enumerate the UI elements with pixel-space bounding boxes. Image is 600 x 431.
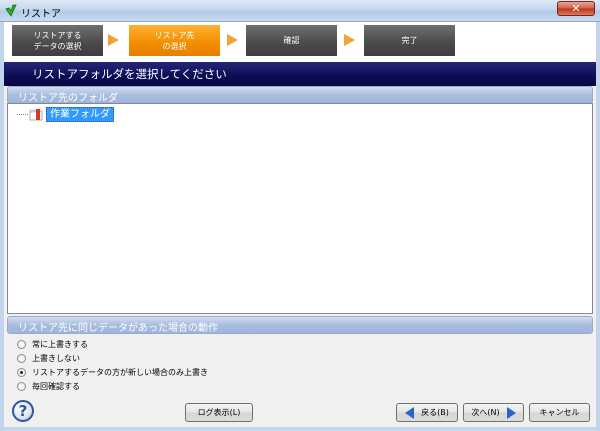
tree-item-work-folder[interactable]: 作業フォルダ bbox=[17, 107, 114, 122]
help-icon: ? bbox=[18, 402, 28, 420]
log-view-button[interactable]: ログ表示(L) bbox=[185, 403, 253, 422]
radio-label: 常に上書きする bbox=[32, 339, 88, 349]
window-title: リストア bbox=[21, 9, 61, 20]
close-button[interactable]: ✕ bbox=[557, 1, 595, 16]
back-button[interactable]: 戻る(B) bbox=[396, 403, 458, 422]
step-label: 確認 bbox=[283, 36, 300, 45]
folder-tree[interactable]: 作業フォルダ bbox=[7, 103, 593, 314]
cancel-button[interactable]: キャンセル bbox=[529, 403, 590, 422]
step-arrow-icon bbox=[227, 34, 238, 46]
title-bar: リストア ✕ bbox=[0, 0, 600, 22]
button-label: ログ表示(L) bbox=[197, 408, 241, 417]
next-button[interactable]: 次へ(N) bbox=[463, 403, 524, 422]
tree-item-label[interactable]: 作業フォルダ bbox=[46, 107, 114, 122]
radio-label: リストアするデータの方が新しい場合のみ上書き bbox=[32, 367, 208, 377]
step-label: 完了 bbox=[401, 36, 418, 45]
button-label: 戻る(B) bbox=[421, 408, 449, 417]
folder-icon bbox=[29, 109, 43, 121]
tree-connector bbox=[17, 114, 28, 115]
option-no-overwrite[interactable]: 上書きしない bbox=[17, 352, 80, 364]
radio-button[interactable] bbox=[17, 367, 26, 377]
option-confirm-each[interactable]: 毎回確認する bbox=[17, 380, 80, 392]
page-banner: リストアフォルダを選択してください bbox=[4, 62, 596, 86]
radio-label: 上書きしない bbox=[32, 353, 80, 363]
radio-label: 毎回確認する bbox=[32, 381, 80, 391]
step-label: リストア先 の選択 bbox=[154, 30, 195, 51]
radio-button[interactable] bbox=[17, 353, 26, 363]
arrow-left-icon bbox=[405, 406, 415, 419]
radio-button[interactable] bbox=[17, 381, 26, 391]
step-confirm: 確認 bbox=[246, 25, 337, 56]
green-check-arrow-icon bbox=[5, 4, 17, 17]
help-button[interactable]: ? bbox=[12, 400, 34, 422]
wizard-steps: リストアする データの選択 リストア先 の選択 確認 完了 bbox=[4, 22, 596, 62]
step-select-data: リストアする データの選択 bbox=[12, 25, 103, 56]
arrow-right-icon bbox=[506, 406, 516, 419]
section-title: リストア先に同じデータがあった場合の動作 bbox=[18, 323, 218, 334]
step-select-destination: リストア先 の選択 bbox=[129, 25, 220, 56]
step-arrow-icon bbox=[344, 34, 355, 46]
page-title: リストアフォルダを選択してください bbox=[32, 67, 227, 81]
section-title: リストア先のフォルダ bbox=[18, 93, 118, 104]
option-always-overwrite[interactable]: 常に上書きする bbox=[17, 338, 88, 350]
radio-button[interactable] bbox=[17, 339, 26, 349]
close-icon: ✕ bbox=[571, 2, 581, 15]
step-complete: 完了 bbox=[364, 25, 455, 56]
conflict-section-header: リストア先に同じデータがあった場合の動作 bbox=[7, 316, 593, 334]
button-label: キャンセル bbox=[539, 408, 580, 417]
option-overwrite-if-newer[interactable]: リストアするデータの方が新しい場合のみ上書き bbox=[17, 366, 208, 378]
folder-section-header: リストア先のフォルダ bbox=[7, 86, 593, 104]
step-label: リストアする データの選択 bbox=[33, 30, 82, 51]
step-arrow-icon bbox=[108, 34, 119, 46]
button-label: 次へ(N) bbox=[471, 408, 500, 417]
